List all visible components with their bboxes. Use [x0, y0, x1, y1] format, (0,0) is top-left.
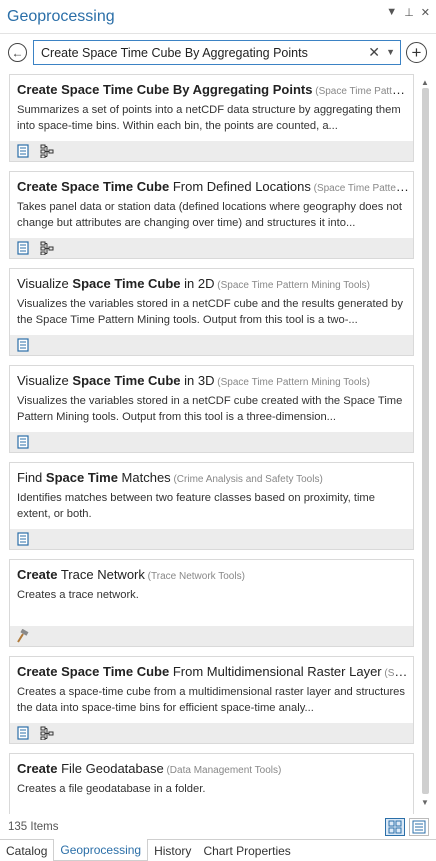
tool-title-match: Create Space Time Cube	[17, 179, 170, 194]
pane-title: Geoprocessing	[7, 8, 115, 25]
python-script-icon[interactable]	[16, 532, 30, 546]
tool-card-footer	[10, 141, 413, 161]
list-view-icon	[412, 820, 426, 834]
tool-title-suffix: File Geodatabase	[57, 761, 164, 776]
tool-result-card[interactable]: Visualize Space Time Cube in 3D (Space T…	[9, 365, 414, 453]
search-toolbar: ← ✕ ▼ +	[0, 38, 436, 68]
tool-card-footer	[10, 529, 413, 549]
tool-title: Visualize Space Time Cube in 2D (Space T…	[17, 276, 410, 291]
scroll-up-icon[interactable]: ▲	[421, 78, 429, 87]
tool-result-card[interactable]: Find Space Time Matches (Crime Analysis …	[9, 462, 414, 550]
tool-description: Visualizes the variables stored in a net…	[17, 298, 403, 326]
tool-result-card[interactable]: Create Space Time Cube By Aggregating Po…	[9, 74, 414, 162]
tool-title-match: Create	[17, 761, 58, 776]
scroll-thumb[interactable]	[422, 88, 429, 794]
tool-title: Find Space Time Matches (Crime Analysis …	[17, 470, 410, 485]
tool-title-suffix: From Defined Locations	[169, 179, 311, 194]
tool-title-suffix: From Multidimensional Raster Layer	[169, 664, 382, 679]
tool-title-prefix: Visualize	[17, 276, 73, 291]
python-script-icon[interactable]	[16, 726, 30, 740]
pane-header: Geoprocessing ▼ ⊥ ✕	[0, 0, 436, 34]
search-dropdown-icon[interactable]: ▼	[386, 47, 395, 57]
python-script-icon[interactable]	[16, 435, 30, 449]
tool-description: Takes panel data or station data (define…	[17, 201, 402, 229]
tab-geoprocessing[interactable]: Geoprocessing	[53, 839, 149, 861]
modelbuilder-icon[interactable]	[40, 726, 54, 741]
toolbox-source: (Trace Network Tools)	[144, 571, 245, 582]
tab-chart-properties[interactable]: Chart Properties	[197, 840, 296, 861]
tool-title-match: Space Time	[45, 470, 118, 485]
add-button[interactable]: +	[406, 42, 427, 63]
tool-result-card[interactable]: Create Trace Network (Trace Network Tool…	[9, 559, 414, 647]
tool-title-prefix: Find	[17, 470, 46, 485]
tool-title: Create Space Time Cube From Defined Loca…	[17, 179, 410, 194]
tool-description: Creates a space-time cube from a multidi…	[17, 686, 405, 714]
list-view-button[interactable]	[409, 818, 429, 836]
tool-result-card[interactable]: Create Space Time Cube From Defined Loca…	[9, 171, 414, 259]
modelbuilder-icon[interactable]	[40, 144, 54, 159]
toolbox-source: (Data Management Tools)	[163, 765, 282, 776]
modelbuilder-icon[interactable]	[40, 241, 54, 256]
scrollbar[interactable]: ▲ ▼	[420, 78, 431, 814]
system-tool-hammer-icon[interactable]	[16, 628, 30, 643]
tool-card-footer	[10, 335, 413, 355]
tool-description: Summarizes a set of points into a netCDF…	[17, 104, 401, 132]
search-box[interactable]: ✕ ▼	[33, 40, 401, 65]
tool-title-suffix: Trace Network	[57, 567, 145, 582]
tile-view-button[interactable]	[385, 818, 405, 836]
tool-title-prefix: Visualize	[17, 373, 73, 388]
tool-result-card[interactable]: Create Space Time Cube From Multidimensi…	[9, 656, 414, 744]
tool-title: Create Space Time Cube From Multidimensi…	[17, 664, 410, 679]
tool-description: Creates a file geodatabase in a folder.	[17, 783, 206, 795]
python-script-icon[interactable]	[16, 144, 30, 158]
toolbox-source: (Crime Analysis and Safety Tools)	[170, 474, 323, 485]
pin-icon[interactable]: ⊥	[404, 6, 414, 19]
tool-title-match: Create Space Time Cube	[17, 664, 170, 679]
toolbox-source: (Space Time Pattern Mining Tools)	[214, 280, 370, 291]
tool-title-suffix: Matches	[117, 470, 171, 485]
toolbox-source: (Space Time Pattern Mining Tools)	[313, 183, 410, 194]
tool-description: Identifies matches between two feature c…	[17, 492, 375, 520]
item-count: 135 Items	[8, 821, 59, 833]
tool-card-footer	[10, 432, 413, 452]
tool-title-match: Space Time Cube	[72, 276, 181, 291]
tool-result-card[interactable]: Visualize Space Time Cube in 2D (Space T…	[9, 268, 414, 356]
tile-view-icon	[388, 820, 402, 834]
status-bar: 135 Items	[0, 815, 436, 839]
tool-title: Create File Geodatabase (Data Management…	[17, 761, 410, 776]
tool-card-footer	[10, 238, 413, 258]
scroll-down-icon[interactable]: ▼	[421, 798, 429, 807]
pane-tab-bar: Catalog Geoprocessing History Chart Propert…	[0, 839, 436, 861]
close-icon[interactable]: ✕	[421, 6, 430, 19]
tool-result-card[interactable]: Create File Geodatabase (Data Management…	[9, 753, 414, 814]
pane-menu-icon[interactable]: ▼	[386, 6, 397, 19]
tool-title: Visualize Space Time Cube in 3D (Space T…	[17, 373, 410, 388]
tool-title-match: Space Time Cube	[72, 373, 181, 388]
toolbox-source: (Space Time Pattern Mining Tools)	[315, 86, 410, 97]
tool-title-match: Create Space Time Cube By Aggregating Po…	[17, 82, 313, 97]
pane-controls: ▼ ⊥ ✕	[386, 6, 430, 19]
tab-history[interactable]: History	[148, 840, 197, 861]
tool-description: Creates a trace network.	[17, 589, 139, 601]
tool-title: Create Trace Network (Trace Network Tool…	[17, 567, 410, 582]
tool-title-suffix: in 3D	[180, 373, 215, 388]
toolbox-source: (Space Time Pattern Mining Tools)	[384, 668, 410, 679]
tool-description: Visualizes the variables stored in a net…	[17, 395, 403, 423]
results-list: Create Space Time Cube By Aggregating Po…	[9, 74, 414, 814]
clear-search-icon[interactable]: ✕	[368, 44, 380, 61]
tool-title: Create Space Time Cube By Aggregating Po…	[17, 82, 410, 97]
back-button[interactable]: ←	[8, 43, 27, 62]
python-script-icon[interactable]	[16, 338, 30, 352]
tool-card-footer	[10, 626, 413, 646]
tool-title-suffix: in 2D	[180, 276, 215, 291]
tab-catalog[interactable]: Catalog	[0, 840, 53, 861]
python-script-icon[interactable]	[16, 241, 30, 255]
search-input[interactable]	[39, 43, 359, 62]
tool-title-match: Create	[17, 567, 58, 582]
tool-card-footer	[10, 723, 413, 743]
toolbox-source: (Space Time Pattern Mining Tools)	[214, 377, 370, 388]
